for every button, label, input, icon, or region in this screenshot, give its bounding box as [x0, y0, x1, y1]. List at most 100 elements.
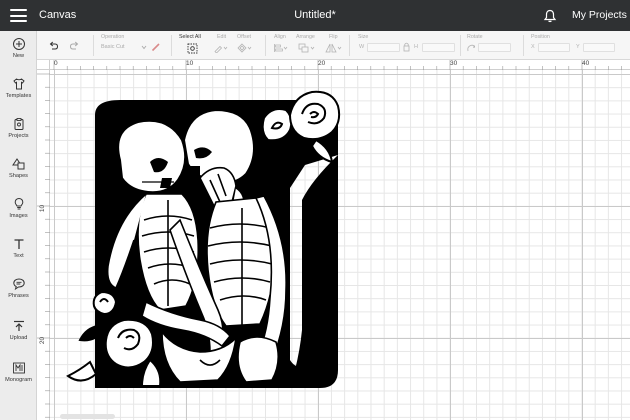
- rail-item-shapes[interactable]: Shapes: [0, 157, 37, 179]
- rail-label: Text: [13, 253, 24, 259]
- upload-icon: [13, 320, 24, 331]
- arrange-icon[interactable]: [298, 43, 316, 53]
- chevron-down-icon: [141, 45, 147, 50]
- edit-label: Edit: [217, 34, 227, 40]
- align-group: Align: [274, 34, 286, 40]
- top-ruler: 0 10 20 30 40: [50, 60, 630, 70]
- rotate-label: Rotate: [467, 34, 483, 40]
- clipboard-icon: [14, 118, 23, 130]
- operation-label: Operation: [101, 34, 125, 40]
- rail-item-images[interactable]: Images: [0, 197, 37, 219]
- offset-group: Offset: [237, 34, 251, 40]
- left-rail: New Templates Projects Shapes Images Tex…: [0, 31, 37, 420]
- rail-item-phrases[interactable]: Phrases: [0, 277, 37, 299]
- flip-icon[interactable]: [325, 43, 343, 53]
- position-label: Position: [531, 34, 550, 40]
- size-group: Size: [358, 34, 368, 40]
- toolbar-separator: [460, 35, 461, 56]
- select-all-group[interactable]: Select All: [179, 34, 201, 40]
- text-icon: [14, 239, 23, 249]
- ruler-label: 30: [450, 60, 458, 67]
- rail-label: Phrases: [8, 293, 29, 299]
- rail-item-new[interactable]: New: [0, 37, 37, 59]
- speech-bubble-icon: [12, 278, 25, 291]
- bell-icon[interactable]: [543, 9, 557, 23]
- design-canvas[interactable]: [50, 70, 630, 420]
- rail-label: Templates: [5, 93, 32, 99]
- ruler-label: 10: [186, 60, 194, 67]
- operation-select[interactable]: Basic Cut: [101, 44, 125, 50]
- left-ruler: 10 20: [37, 70, 50, 420]
- size-w-label: W: [359, 44, 365, 50]
- rail-item-projects[interactable]: Projects: [0, 117, 37, 139]
- edit-toolbar: Operation Basic Cut Select All Edit Offs…: [37, 31, 630, 60]
- shirt-icon: [12, 78, 25, 90]
- arrange-label: Arrange: [296, 34, 315, 40]
- edit-icon[interactable]: [214, 44, 228, 53]
- undo-icon[interactable]: [48, 40, 59, 51]
- redo-icon[interactable]: [69, 40, 80, 51]
- size-h-label: H: [414, 44, 418, 50]
- rail-label: Monogram: [5, 377, 32, 383]
- my-projects-link[interactable]: My Projects: [572, 9, 627, 21]
- skeleton-couple-artwork[interactable]: [50, 70, 370, 420]
- ruler-label: 20: [318, 60, 326, 67]
- position-group: Position: [531, 34, 550, 40]
- monogram-icon: [12, 362, 25, 374]
- app-title: Canvas: [39, 9, 77, 21]
- arrange-group: Arrange: [296, 34, 315, 40]
- operation-group: Operation: [101, 34, 124, 40]
- offset-label: Offset: [237, 34, 252, 40]
- ruler-label: 10: [39, 204, 47, 213]
- select-all-label: Select All: [179, 34, 201, 40]
- ruler-label: 0: [54, 60, 58, 67]
- position-y-label: Y: [576, 44, 580, 50]
- select-all-icon[interactable]: [187, 43, 198, 54]
- rotate-input[interactable]: [478, 43, 511, 52]
- lock-icon[interactable]: [403, 41, 410, 52]
- align-label: Align: [274, 34, 286, 40]
- lightbulb-icon: [14, 197, 23, 210]
- size-label: Size: [358, 34, 369, 40]
- rail-item-upload[interactable]: Upload: [0, 319, 37, 341]
- width-input[interactable]: [367, 43, 400, 52]
- ruler-corner: [37, 60, 50, 70]
- top-bar: Canvas Untitled* My Projects: [0, 0, 630, 31]
- hamburger-menu-icon[interactable]: [10, 9, 27, 22]
- ruler-label: 40: [582, 60, 590, 67]
- toolbar-separator: [349, 35, 350, 56]
- artwork-frame-right: [295, 155, 338, 388]
- plus-circle-icon: [12, 38, 25, 50]
- rail-label: New: [12, 53, 25, 59]
- pen-icon: [151, 43, 160, 52]
- rail-label: Images: [9, 213, 28, 219]
- ruler-label: 20: [39, 336, 47, 345]
- height-input[interactable]: [422, 43, 455, 52]
- edit-group: Edit: [217, 34, 226, 40]
- rail-label: Shapes: [9, 173, 28, 179]
- rotate-group: Rotate: [467, 34, 483, 40]
- offset-icon[interactable]: [237, 43, 253, 53]
- position-x-input[interactable]: [538, 43, 570, 52]
- horizontal-scrollbar[interactable]: [60, 414, 115, 419]
- rotate-icon: [467, 44, 475, 52]
- shapes-icon: [11, 158, 24, 170]
- rail-item-monogram[interactable]: Monogram: [0, 361, 37, 383]
- rail-label: Projects: [8, 133, 29, 139]
- toolbar-separator: [523, 35, 524, 56]
- skull-left: [117, 119, 187, 194]
- toolbar-separator: [265, 35, 266, 56]
- document-title[interactable]: Untitled*: [0, 9, 630, 21]
- rail-item-templates[interactable]: Templates: [0, 77, 37, 99]
- toolbar-separator: [171, 35, 172, 56]
- position-y-input[interactable]: [583, 43, 615, 52]
- align-icon[interactable]: [273, 43, 289, 53]
- rail-item-text[interactable]: Text: [0, 237, 37, 259]
- rail-label: Upload: [9, 335, 28, 341]
- position-x-label: X: [531, 44, 535, 50]
- toolbar-separator: [93, 35, 94, 56]
- top-ruler-ticks: [53, 60, 622, 70]
- flip-label: Flip: [329, 34, 338, 40]
- flip-group: Flip: [329, 34, 338, 40]
- left-ruler-ticks: [37, 73, 50, 418]
